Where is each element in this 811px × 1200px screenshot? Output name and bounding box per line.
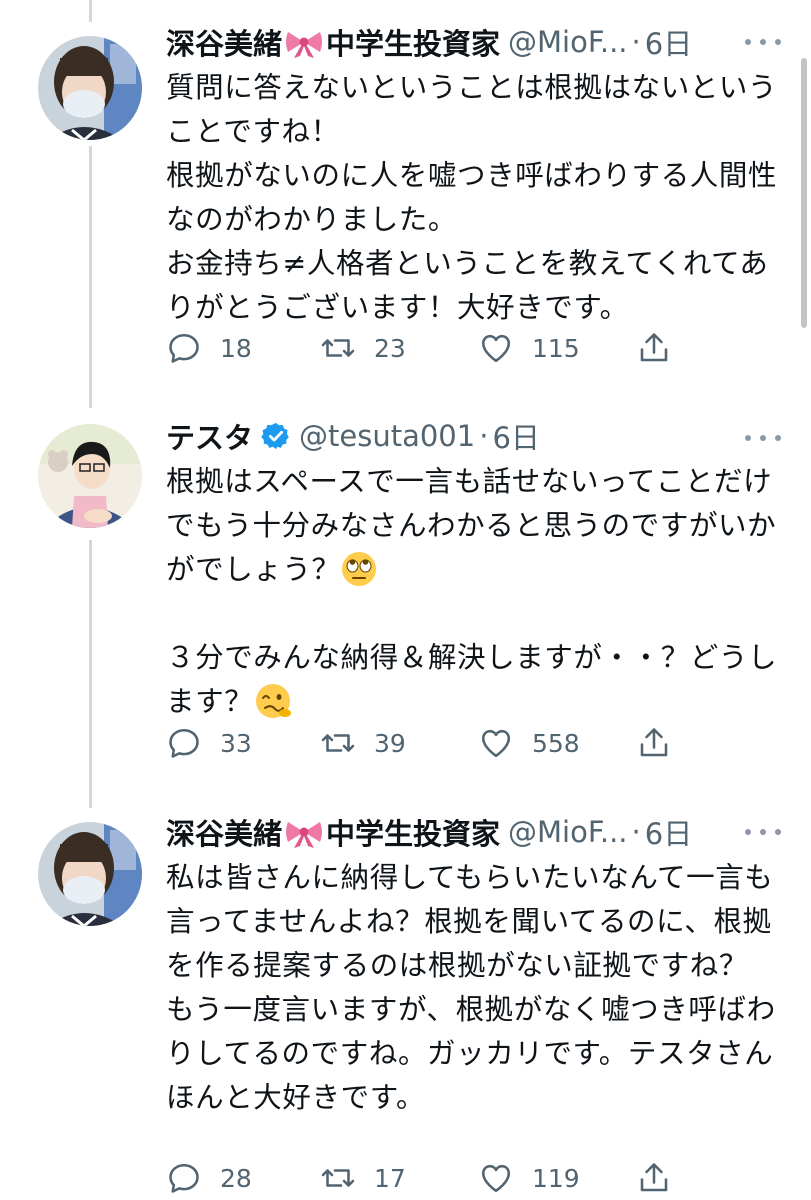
separator-dot: · bbox=[631, 815, 641, 849]
reply-count: 18 bbox=[220, 333, 252, 363]
verified-icon bbox=[261, 422, 289, 450]
more-icon[interactable] bbox=[745, 428, 781, 448]
tweet-text-part-1: 根拠はスペースで一言も話せないってことだけでもう十分みなさんわかると思うのですが… bbox=[166, 465, 777, 586]
reply-count: 33 bbox=[220, 728, 252, 758]
retweet-count: 17 bbox=[374, 1163, 406, 1193]
thread-line-2 bbox=[89, 540, 92, 808]
retweet-button[interactable]: 23 bbox=[320, 330, 406, 366]
display-name[interactable]: 深谷美緒 中学生投資家 bbox=[166, 21, 500, 63]
tweet-text: 質問に答えないということは根拠はないということですね！ 根拠がないのに人を嘘つき… bbox=[166, 71, 778, 324]
retweet-button[interactable]: 39 bbox=[320, 725, 406, 761]
tweet-header: 深谷美緒 中学生投資家 @MioF... · 6日 bbox=[166, 810, 763, 854]
share-button[interactable] bbox=[636, 725, 672, 761]
avatar-tesuta[interactable] bbox=[38, 424, 142, 528]
like-icon bbox=[481, 1164, 511, 1193]
tweet-header: テスタ @tesuta001 · 6日 bbox=[166, 414, 763, 458]
share-button[interactable] bbox=[636, 330, 672, 366]
share-icon bbox=[640, 333, 668, 362]
retweet-icon bbox=[321, 1169, 355, 1187]
like-button[interactable]: 115 bbox=[478, 330, 580, 366]
share-icon bbox=[640, 728, 668, 757]
more-icon[interactable] bbox=[745, 32, 781, 52]
like-button[interactable]: 119 bbox=[478, 1160, 580, 1196]
tweet-text: 私は皆さんに納得してもらいたいなんて一言も言ってませんよね？根拠を聞いてるのに、… bbox=[166, 861, 776, 1114]
retweet-button[interactable]: 17 bbox=[320, 1160, 406, 1196]
tweet-text: 根拠はスペースで一言も話せないってことだけでもう十分みなさんわかると思うのですが… bbox=[166, 460, 786, 724]
tweet-text-blank bbox=[166, 597, 176, 630]
timestamp[interactable]: 6日 bbox=[492, 415, 539, 457]
eye-roll-emoji bbox=[341, 552, 376, 586]
separator-dot: · bbox=[631, 25, 641, 59]
thread-line-top bbox=[89, 0, 92, 22]
more-icon[interactable] bbox=[745, 822, 781, 842]
action-bar: 33 39 558 bbox=[166, 725, 686, 765]
thread-line-1 bbox=[89, 146, 92, 408]
handle[interactable]: @MioF... bbox=[508, 815, 628, 849]
reply-icon bbox=[169, 1163, 199, 1193]
like-count: 119 bbox=[532, 1163, 580, 1193]
reply-button[interactable]: 33 bbox=[166, 725, 252, 761]
like-icon bbox=[481, 334, 511, 363]
like-count: 558 bbox=[532, 728, 580, 758]
tweet-header: 深谷美緒 中学生投資家 @MioF... · 6日 bbox=[166, 20, 763, 64]
display-name[interactable]: テスタ bbox=[166, 415, 253, 457]
display-name[interactable]: 深谷美緒 中学生投資家 bbox=[166, 811, 500, 853]
ribbon-emoji bbox=[286, 32, 323, 58]
reply-icon bbox=[169, 728, 199, 758]
retweet-icon bbox=[321, 734, 355, 752]
avatar-mio[interactable] bbox=[38, 822, 142, 926]
reply-icon bbox=[169, 333, 199, 363]
handle[interactable]: @MioF... bbox=[508, 25, 628, 59]
like-count: 115 bbox=[532, 333, 580, 363]
woozy-emoji bbox=[256, 684, 292, 718]
share-button[interactable] bbox=[636, 1160, 672, 1196]
timestamp[interactable]: 6日 bbox=[645, 21, 692, 63]
share-icon bbox=[640, 1163, 668, 1192]
action-bar: 18 23 115 bbox=[166, 330, 686, 370]
action-bar: 28 17 119 bbox=[166, 1160, 686, 1200]
like-button[interactable]: 558 bbox=[478, 725, 580, 761]
retweet-count: 39 bbox=[374, 728, 406, 758]
retweet-count: 23 bbox=[374, 333, 406, 363]
retweet-icon bbox=[321, 339, 355, 357]
timestamp[interactable]: 6日 bbox=[645, 811, 692, 853]
scrollbar[interactable] bbox=[801, 58, 807, 328]
reply-button[interactable]: 18 bbox=[166, 330, 252, 366]
like-icon bbox=[481, 729, 511, 758]
ribbon-emoji bbox=[286, 822, 323, 848]
reply-count: 28 bbox=[220, 1163, 252, 1193]
separator-dot: · bbox=[479, 419, 489, 453]
handle[interactable]: @tesuta001 bbox=[299, 419, 475, 453]
reply-button[interactable]: 28 bbox=[166, 1160, 252, 1196]
avatar-mio[interactable] bbox=[38, 36, 142, 140]
